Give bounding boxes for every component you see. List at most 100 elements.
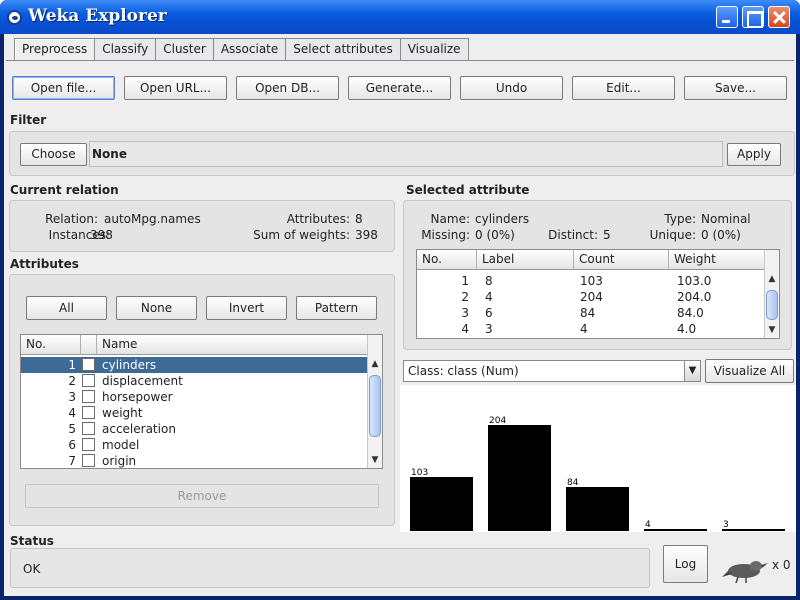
- current-relation-label: Current relation: [10, 183, 119, 197]
- column-header-no[interactable]: No.: [417, 250, 477, 270]
- tab-visualize[interactable]: Visualize: [399, 38, 469, 60]
- attributes-scrollbar[interactable]: ▲ ▼: [367, 335, 382, 468]
- tab-associate[interactable]: Associate: [212, 38, 287, 60]
- column-header-weight[interactable]: Weight: [669, 250, 766, 270]
- attribute-histogram: 103 204 84 4 3: [400, 385, 796, 532]
- attribute-checkbox-cell: [81, 453, 101, 468]
- attribute-checkbox[interactable]: [82, 406, 95, 419]
- visualize-all-button[interactable]: Visualize All: [705, 359, 794, 383]
- attribute-no: 1: [68, 358, 76, 372]
- tab-select-attributes[interactable]: Select attributes: [285, 38, 401, 60]
- attribute-name: cylinders: [102, 358, 157, 372]
- attribute-no: 7: [68, 454, 76, 468]
- scroll-up-icon[interactable]: ▲: [765, 272, 779, 286]
- tab-divider: [6, 60, 794, 61]
- choose-filter-button[interactable]: Choose: [20, 143, 87, 166]
- column-header-count[interactable]: Count: [574, 250, 669, 270]
- value-row[interactable]: 3 6 84 84.0: [417, 305, 766, 321]
- values-scrollbar[interactable]: ▲ ▼: [764, 250, 779, 338]
- sum-of-weights-key: Sum of weights:: [253, 228, 350, 242]
- apply-filter-button[interactable]: Apply: [727, 143, 781, 166]
- minimize-button[interactable]: [716, 6, 738, 28]
- edit-button[interactable]: Edit...: [572, 76, 675, 100]
- tab-classify[interactable]: Classify: [94, 38, 157, 60]
- attribute-row[interactable]: 6 model: [21, 437, 369, 453]
- attribute-checkbox-cell: [81, 421, 101, 437]
- histogram-bar: [410, 477, 473, 531]
- value-row[interactable]: 2 4 204 204.0: [417, 289, 766, 305]
- value-label: 3: [485, 322, 493, 336]
- attribute-name: weight: [102, 406, 143, 420]
- weka-bird-icon: [722, 557, 768, 584]
- relation-key: Relation:: [45, 212, 98, 226]
- attribute-row[interactable]: 2 displacement: [21, 373, 369, 389]
- attr-unique-key: Unique:: [649, 228, 696, 242]
- sum-of-weights-value: 398: [355, 228, 378, 242]
- value-no: 4: [461, 322, 469, 336]
- select-all-button[interactable]: All: [26, 296, 107, 320]
- attr-distinct-value: 5: [603, 228, 611, 242]
- column-header-check[interactable]: [81, 335, 97, 355]
- chevron-down-icon[interactable]: ▼: [684, 361, 700, 381]
- value-label: 4: [485, 290, 493, 304]
- application-window: Weka Explorer Preprocess Classify Cluste…: [0, 0, 800, 600]
- attribute-checkbox[interactable]: [82, 374, 95, 387]
- value-no: 1: [461, 274, 469, 288]
- pattern-button[interactable]: Pattern: [296, 296, 377, 320]
- attribute-checkbox[interactable]: [82, 454, 95, 467]
- relation-value: autoMpg.names: [104, 212, 201, 226]
- maximize-button[interactable]: [742, 6, 764, 28]
- scroll-down-icon[interactable]: ▼: [765, 323, 779, 337]
- invert-selection-button[interactable]: Invert: [206, 296, 287, 320]
- open-url-button[interactable]: Open URL...: [124, 76, 227, 100]
- value-row[interactable]: 4 3 4 4.0: [417, 321, 766, 337]
- attribute-row[interactable]: 1 cylinders: [21, 357, 369, 373]
- attribute-row[interactable]: 4 weight: [21, 405, 369, 421]
- value-count: 103: [580, 274, 603, 288]
- instances-value: 398: [90, 228, 113, 242]
- attribute-checkbox[interactable]: [82, 358, 95, 371]
- tab-preprocess[interactable]: Preprocess: [14, 38, 96, 61]
- scroll-thumb[interactable]: [766, 290, 778, 320]
- scroll-up-icon[interactable]: ▲: [368, 357, 382, 371]
- open-file-button[interactable]: Open file...: [12, 76, 115, 100]
- close-button[interactable]: [768, 6, 790, 28]
- title-bar[interactable]: Weka Explorer: [0, 0, 800, 34]
- scroll-thumb[interactable]: [369, 375, 381, 437]
- attribute-checkbox-cell: [81, 357, 101, 373]
- histogram-bar-label: 84: [567, 478, 579, 488]
- remove-button[interactable]: Remove: [25, 484, 379, 508]
- open-db-button[interactable]: Open DB...: [236, 76, 339, 100]
- generate-button[interactable]: Generate...: [348, 76, 451, 100]
- column-header-name[interactable]: Name: [97, 335, 369, 355]
- class-attribute-dropdown[interactable]: Class: class (Num) ▼: [403, 360, 701, 382]
- attributes-table: No. Name 1 cylinders 2 displacement 3 horsepo…: [20, 334, 383, 469]
- attribute-checkbox[interactable]: [82, 390, 95, 403]
- attribute-checkbox[interactable]: [82, 422, 95, 435]
- attribute-name: model: [102, 438, 140, 452]
- attribute-row[interactable]: 7 origin: [21, 453, 369, 468]
- select-none-button[interactable]: None: [116, 296, 197, 320]
- value-row[interactable]: 1 8 103 103.0: [417, 273, 766, 289]
- scroll-down-icon[interactable]: ▼: [368, 453, 382, 467]
- attribute-name: acceleration: [102, 422, 176, 436]
- undo-button[interactable]: Undo: [460, 76, 563, 100]
- save-button[interactable]: Save...: [684, 76, 787, 100]
- attr-distinct-key: Distinct:: [548, 228, 598, 242]
- attribute-no: 4: [68, 406, 76, 420]
- tab-bar: Preprocess Classify Cluster Associate Se…: [14, 38, 469, 61]
- log-button[interactable]: Log: [663, 545, 708, 583]
- tab-cluster[interactable]: Cluster: [155, 38, 214, 60]
- column-header-label[interactable]: Label: [477, 250, 574, 270]
- attr-type-key: Type:: [664, 212, 696, 226]
- attribute-name: origin: [102, 454, 137, 468]
- attr-missing-value: 0 (0%): [475, 228, 515, 242]
- attribute-row[interactable]: 3 horsepower: [21, 389, 369, 405]
- attribute-row[interactable]: 5 acceleration: [21, 421, 369, 437]
- attribute-checkbox-cell: [81, 389, 101, 405]
- attribute-checkbox[interactable]: [82, 438, 95, 451]
- histogram-bar: [722, 529, 785, 531]
- column-header-no[interactable]: No.: [21, 335, 81, 355]
- attribute-no: 3: [68, 390, 76, 404]
- value-count: 4: [580, 322, 588, 336]
